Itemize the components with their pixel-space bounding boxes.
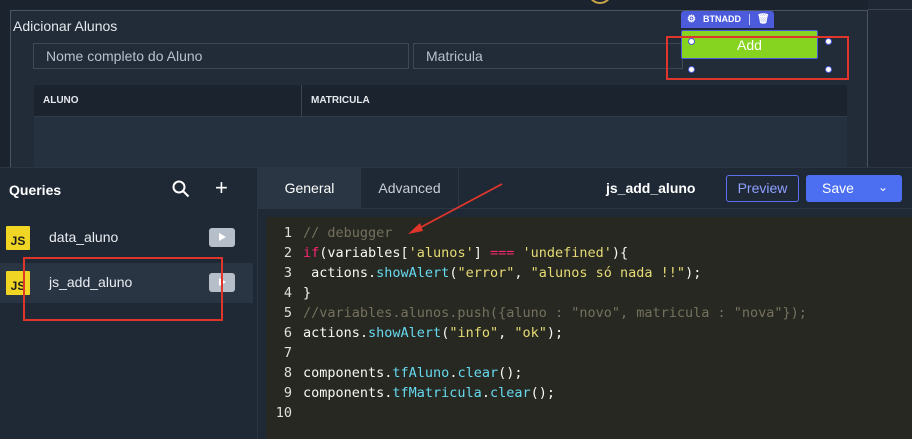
query-item-data-aluno[interactable]: JS data_aluno: [0, 218, 253, 258]
tab-advanced[interactable]: Advanced: [361, 168, 459, 209]
annotation-highlight-add: [666, 36, 849, 80]
code-text: // debugger: [303, 225, 393, 241]
query-panel: Queries + JS data_aluno JS js_add_aluno …: [0, 167, 912, 439]
line-number: 9: [283, 385, 292, 401]
canvas-side-strip: [868, 0, 912, 167]
tab-general[interactable]: General: [258, 168, 361, 209]
column-header-matricula[interactable]: MATRICULA: [302, 85, 847, 117]
search-icon[interactable]: [172, 180, 190, 198]
code-editor[interactable]: 1 // debugger 2 if(variables['alunos'] ===…: [266, 217, 912, 439]
queries-title: Queries: [9, 182, 62, 198]
badge-separator: [749, 14, 750, 25]
code-text: components.tfMatricula.clear();: [303, 385, 555, 401]
play-icon: [219, 233, 226, 241]
canvas-widget-edge: [588, 0, 612, 4]
code-text: if(variables['alunos'] === 'undefined'){: [303, 245, 629, 261]
queries-sidebar: Queries + JS data_aluno JS js_add_aluno: [0, 168, 258, 439]
line-number: 3: [283, 265, 292, 281]
table-header: ALUNO MATRICULA: [34, 85, 847, 117]
widget-name-badge[interactable]: ⚙ BTNADD 🗑: [681, 11, 774, 28]
matricula-input[interactable]: Matricula: [413, 43, 683, 69]
table-body: [34, 117, 847, 171]
code-text: actions.showAlert("error", "alunos só na…: [303, 265, 702, 281]
save-button[interactable]: Save ⌄: [806, 175, 902, 202]
line-number: 2: [283, 245, 292, 261]
annotation-highlight-query: [23, 257, 223, 321]
widget-name-label: BTNADD: [703, 14, 741, 24]
chevron-down-icon[interactable]: ⌄: [878, 174, 888, 201]
column-header-aluno[interactable]: ALUNO: [34, 85, 302, 117]
code-text: actions.showAlert("info", "ok");: [303, 325, 564, 341]
settings-icon[interactable]: ⚙: [687, 11, 696, 28]
editor-toolbar: General Advanced js_add_aluno Preview Sa…: [258, 168, 912, 209]
code-text: components.tfAluno.clear();: [303, 365, 523, 381]
run-query-button[interactable]: [209, 228, 235, 247]
preview-button[interactable]: Preview: [726, 175, 799, 202]
code-text: //variables.alunos.push({aluno : "novo",…: [303, 305, 807, 321]
line-number: 4: [283, 285, 292, 301]
code-text: }: [303, 285, 312, 301]
canvas-divider: [868, 9, 912, 10]
nome-input[interactable]: Nome completo do Aluno: [33, 43, 409, 69]
container-title: Adicionar Alunos: [13, 18, 118, 34]
line-number: 10: [275, 405, 292, 421]
app-canvas: Adicionar Alunos Nome completo do Aluno …: [0, 0, 912, 171]
line-number: 1: [283, 225, 292, 241]
line-number: 7: [283, 345, 292, 361]
app-root: Adicionar Alunos Nome completo do Aluno …: [0, 0, 912, 439]
line-number: 6: [283, 325, 292, 341]
js-icon: JS: [6, 226, 30, 250]
line-number: 8: [283, 365, 292, 381]
save-label: Save: [822, 180, 854, 196]
query-name-title[interactable]: js_add_aluno: [606, 180, 695, 196]
plus-icon[interactable]: +: [215, 177, 228, 199]
line-number: 5: [283, 305, 292, 321]
query-label: data_aluno: [49, 229, 119, 245]
trash-icon[interactable]: 🗑: [757, 11, 770, 28]
